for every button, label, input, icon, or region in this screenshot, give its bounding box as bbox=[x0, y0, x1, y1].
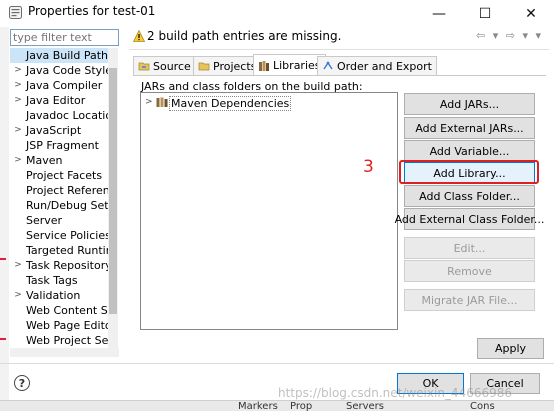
migrate-jar-button[interactable]: Migrate JAR File... bbox=[404, 289, 535, 311]
footer-divider bbox=[0, 363, 554, 364]
tab-panel-border bbox=[133, 75, 546, 76]
expand-arrow-icon[interactable]: > bbox=[145, 97, 153, 107]
tree-item-java-compiler[interactable]: > Java Compiler bbox=[10, 78, 110, 93]
tree-item-label: Maven bbox=[26, 154, 63, 167]
tree-item-java-build-path[interactable]: Java Build Path bbox=[10, 48, 110, 63]
header-divider bbox=[129, 49, 549, 50]
background-tab-servers: Servers bbox=[346, 401, 385, 412]
tree-item-label: Java Editor bbox=[26, 94, 86, 107]
annotation-highlight-box bbox=[399, 160, 539, 184]
build-path-list[interactable] bbox=[140, 92, 398, 330]
tree-item-label: Java Code Style bbox=[26, 64, 110, 77]
background-marker bbox=[0, 258, 6, 260]
tree-item-web-project-settings[interactable]: Web Project Settings bbox=[10, 333, 110, 348]
background-tab-console: Cons bbox=[470, 401, 495, 412]
tree-item-label: Run/Debug Settings bbox=[26, 199, 110, 212]
tree-item-label: Java Compiler bbox=[26, 79, 103, 92]
tree-item-label: Java Build Path bbox=[26, 49, 109, 62]
expand-arrow-icon[interactable]: > bbox=[14, 153, 22, 168]
order-export-icon bbox=[323, 61, 333, 70]
filter-input[interactable] bbox=[11, 30, 118, 45]
expand-arrow-icon[interactable]: > bbox=[14, 78, 22, 93]
close-button[interactable]: ✕ bbox=[508, 0, 554, 27]
edit-button[interactable]: Edit... bbox=[404, 237, 535, 259]
tree-item-label: JSP Fragment bbox=[26, 139, 99, 152]
properties-tree: Java Build Path > Java Code Style > Java C… bbox=[10, 48, 119, 348]
background-tab-markers: Markers bbox=[238, 401, 278, 412]
tab-label: Libraries bbox=[273, 59, 321, 72]
tree-item-targeted-runtimes[interactable]: Targeted Runtimes bbox=[10, 243, 110, 258]
expand-arrow-icon[interactable]: > bbox=[14, 63, 22, 78]
tree-item-label: Project Facets bbox=[26, 169, 103, 182]
tree-item-label: Web Page Editor bbox=[26, 319, 110, 332]
tree-item-jsp-fragment[interactable]: JSP Fragment bbox=[10, 138, 110, 153]
library-icon bbox=[156, 97, 168, 107]
tree-item-label: Web Project Settings bbox=[26, 334, 110, 347]
tree-scroll-thumb[interactable] bbox=[109, 68, 117, 314]
background-tab-properties: Prop bbox=[290, 401, 313, 412]
tab-label: Source bbox=[153, 59, 191, 73]
tree-item-server[interactable]: Server bbox=[10, 213, 110, 228]
tree-item-label: Project References bbox=[26, 184, 110, 197]
tab-projects[interactable]: Projects bbox=[193, 56, 262, 75]
tree-item-javadoc-location[interactable]: Javadoc Location bbox=[10, 108, 110, 123]
warning-icon bbox=[133, 30, 145, 42]
tab-order-and-export[interactable]: Order and Export bbox=[317, 56, 437, 75]
tree-item-label: Javadoc Location bbox=[26, 109, 110, 122]
tree-item-task-repository[interactable]: > Task Repository bbox=[10, 258, 110, 273]
projects-icon bbox=[198, 62, 210, 71]
library-entry-maven-dependencies[interactable]: Maven Dependencies bbox=[169, 96, 292, 111]
tree-item-label: Targeted Runtimes bbox=[26, 244, 110, 257]
tree-horizontal-scrollbar[interactable] bbox=[10, 348, 119, 357]
eclipse-app-icon bbox=[9, 6, 22, 19]
background-window-edge bbox=[0, 27, 9, 411]
background-marker bbox=[0, 338, 6, 340]
tree-item-label: JavaScript bbox=[26, 124, 82, 137]
source-folder-icon bbox=[138, 62, 150, 71]
tree-item-label: Web Content Settings bbox=[26, 304, 110, 317]
add-external-jars-button[interactable]: Add External JARs... bbox=[404, 117, 535, 139]
tree-item-service-policies[interactable]: Service Policies bbox=[10, 228, 110, 243]
expand-arrow-icon[interactable]: > bbox=[14, 258, 22, 273]
maximize-button[interactable]: ☐ bbox=[462, 0, 508, 27]
tree-item-label: Server bbox=[26, 214, 63, 227]
tab-libraries[interactable]: Libraries bbox=[253, 54, 326, 76]
tree-item-run-debug-settings[interactable]: Run/Debug Settings bbox=[10, 198, 110, 213]
expand-arrow-icon[interactable]: > bbox=[14, 93, 22, 108]
tab-label: Projects bbox=[213, 59, 257, 73]
expand-arrow-icon[interactable]: > bbox=[14, 123, 22, 138]
tree-item-label: Task Tags bbox=[26, 274, 78, 287]
tree-item-label: Validation bbox=[26, 289, 81, 302]
tree-item-validation[interactable]: > Validation bbox=[10, 288, 110, 303]
add-external-class-folder-button[interactable]: Add External Class Folder... bbox=[395, 208, 544, 230]
add-class-folder-button[interactable]: Add Class Folder... bbox=[404, 185, 535, 207]
expand-arrow-icon[interactable]: > bbox=[14, 288, 22, 303]
tree-item-maven[interactable]: > Maven bbox=[10, 153, 110, 168]
tree-item-project-facets[interactable]: Project Facets bbox=[10, 168, 110, 183]
minimize-button[interactable]: — bbox=[416, 0, 462, 27]
history-navigation[interactable]: ⇦ ▾ ⇨ ▾ ▾ bbox=[476, 29, 543, 42]
watermark: https://blog.csdn.net/weixin_44666986 bbox=[278, 386, 513, 400]
tree-item-project-references[interactable]: Project References bbox=[10, 183, 110, 198]
tree-item-java-code-style[interactable]: > Java Code Style bbox=[10, 63, 110, 78]
remove-button[interactable]: Remove bbox=[404, 260, 535, 282]
help-icon[interactable]: ? bbox=[14, 375, 30, 391]
apply-button[interactable]: Apply bbox=[477, 338, 544, 359]
tree-item-web-page-editor[interactable]: Web Page Editor bbox=[10, 318, 110, 333]
tab-source[interactable]: Source bbox=[133, 56, 196, 75]
missing-entries-message: 2 build path entries are missing. bbox=[147, 29, 342, 43]
tree-item-label: Task Repository bbox=[26, 259, 110, 272]
annotation-step-number: 3 bbox=[363, 157, 374, 177]
tree-item-javascript[interactable]: > JavaScript bbox=[10, 123, 110, 138]
filter-field[interactable] bbox=[10, 29, 119, 46]
window-title: Properties for test-01 bbox=[28, 4, 156, 18]
tree-item-task-tags[interactable]: Task Tags bbox=[10, 273, 110, 288]
tree-item-web-content-settings[interactable]: Web Content Settings bbox=[10, 303, 110, 318]
tree-item-label: Service Policies bbox=[26, 229, 110, 242]
add-jars-button[interactable]: Add JARs... bbox=[404, 93, 535, 115]
tab-label: Order and Export bbox=[337, 59, 432, 73]
libraries-icon bbox=[259, 60, 269, 71]
tree-item-java-editor[interactable]: > Java Editor bbox=[10, 93, 110, 108]
add-variable-button[interactable]: Add Variable... bbox=[404, 140, 535, 162]
